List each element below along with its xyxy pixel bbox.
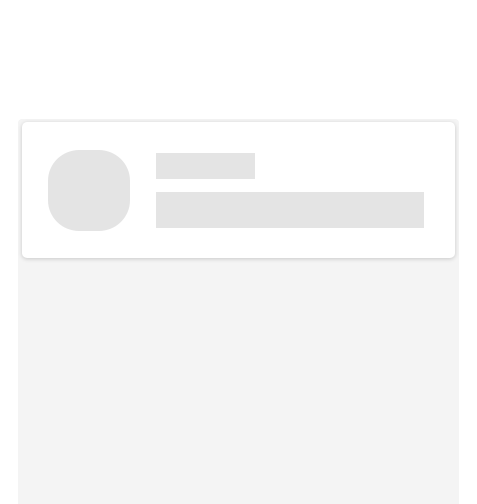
skeleton-card [22, 122, 455, 258]
subtitle-placeholder [156, 192, 424, 228]
avatar-placeholder-icon [48, 150, 130, 231]
title-placeholder [156, 153, 255, 179]
